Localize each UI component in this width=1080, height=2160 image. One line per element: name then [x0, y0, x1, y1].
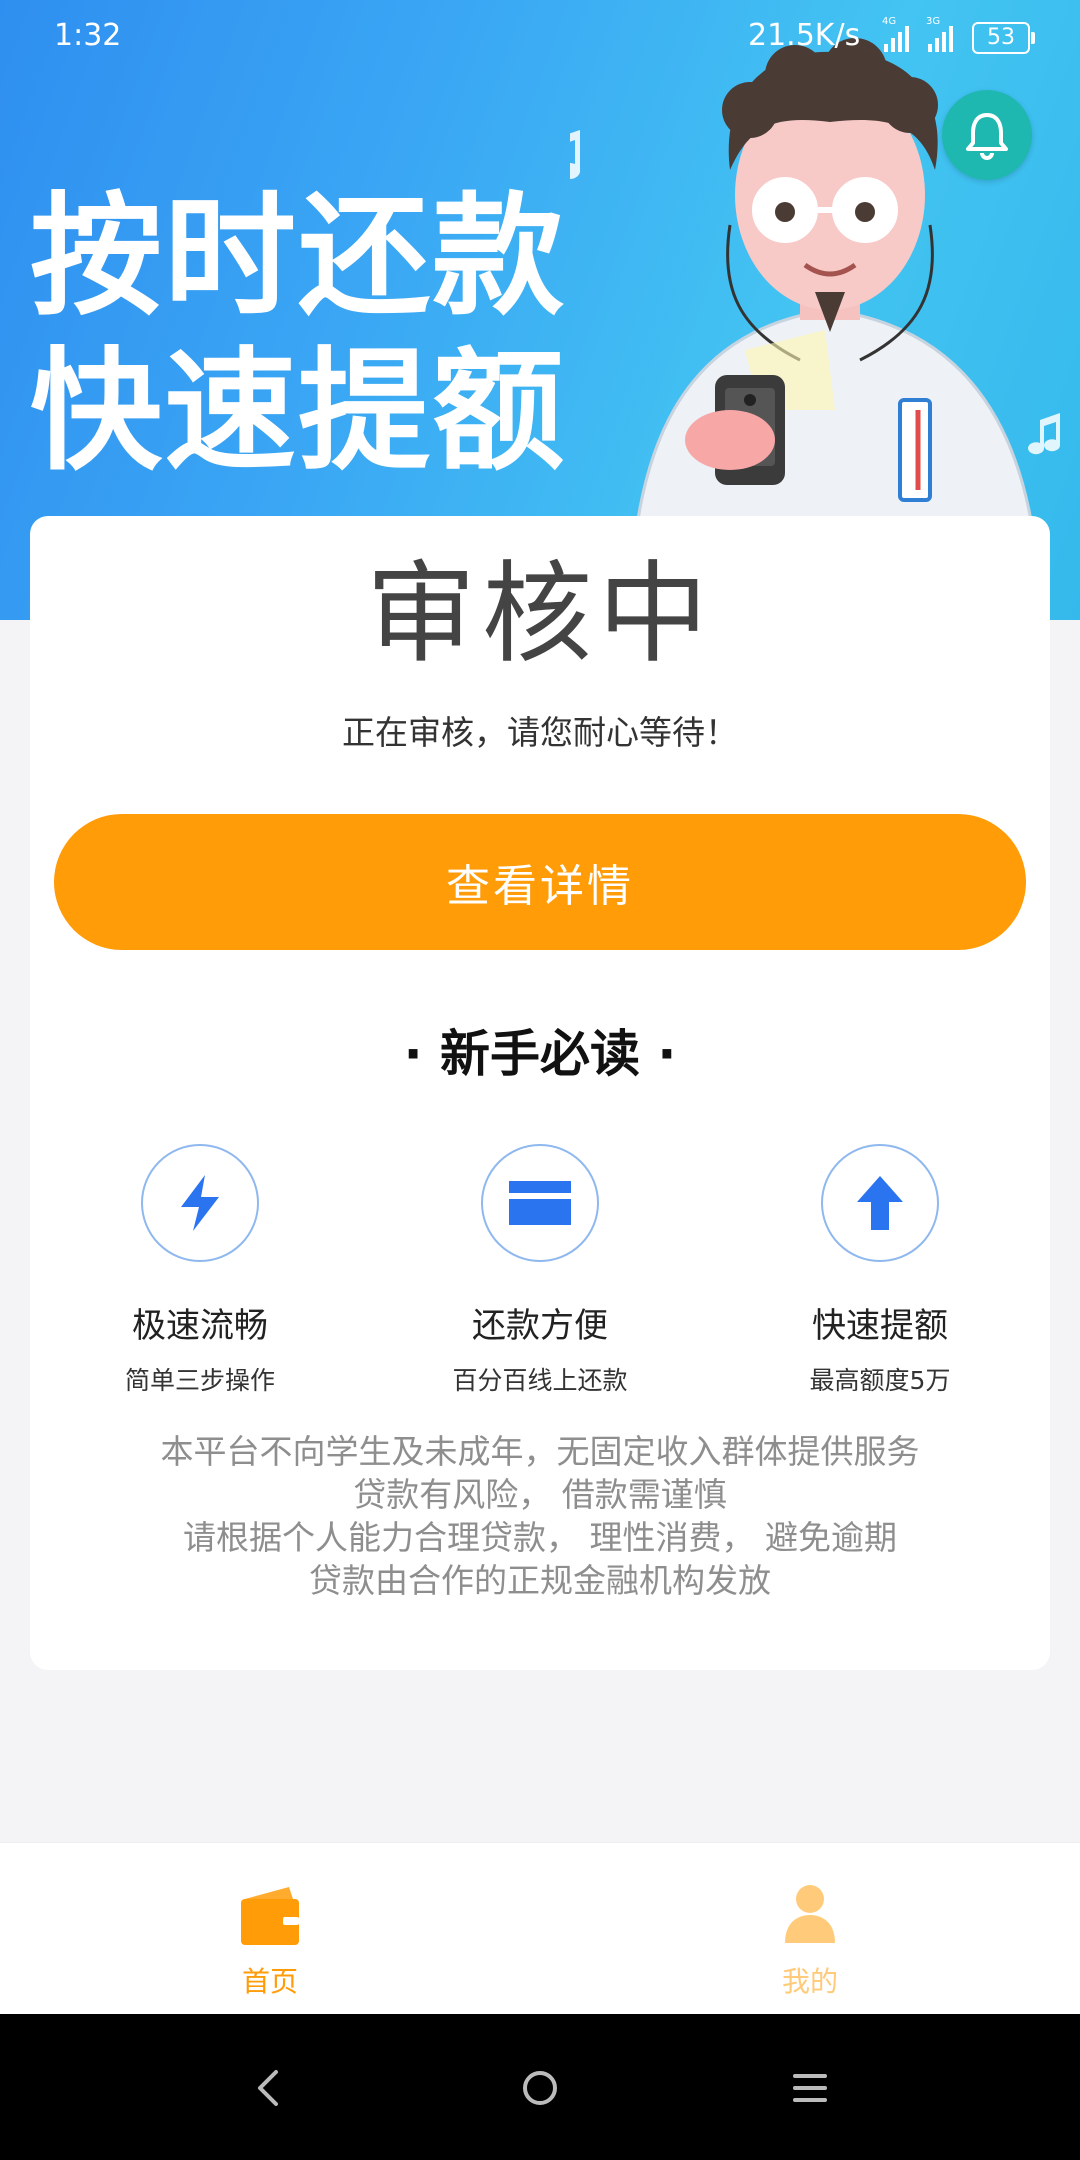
loan-status-card: 审核中 正在审核，请您耐心等待！ 查看详情 · 新手必读 · 极速流畅 简单三步… — [30, 516, 1050, 1670]
svg-text:4G: 4G — [882, 16, 896, 27]
review-status-message: 正在审核，请您耐心等待！ — [342, 713, 738, 752]
wallet-icon — [241, 1887, 299, 1945]
feature-title: 快速提额 — [812, 1306, 948, 1346]
system-navigation-bar — [0, 2014, 1080, 2160]
card-icon — [509, 1181, 571, 1225]
svg-text:3G: 3G — [926, 16, 940, 27]
banner-slogan: 按时还款 快速提额 — [30, 180, 566, 490]
bell-icon — [966, 113, 1008, 160]
notification-button[interactable] — [942, 90, 1032, 180]
signal-4g-icon: 4G — [882, 16, 909, 52]
notice-line: 本平台不向学生及未成年，无固定收入群体提供服务 — [160, 1432, 920, 1471]
feature-desc: 百分百线上还款 — [452, 1366, 628, 1395]
tab-home[interactable]: 首页 — [170, 1883, 370, 2000]
feature-desc: 简单三步操作 — [124, 1366, 275, 1395]
signal-3g-icon: 3G — [926, 16, 953, 52]
feature-limit: 快速提额 最高额度5万 — [715, 1144, 1045, 1397]
feature-icon-circle — [141, 1144, 259, 1262]
feature-repay: 还款方便 百分百线上还款 — [375, 1144, 705, 1397]
arrow-up-icon — [857, 1176, 903, 1230]
feature-desc: 最高额度5万 — [809, 1366, 951, 1395]
risk-notice: 本平台不向学生及未成年，无固定收入群体提供服务 贷款有风险， 借款需谨慎 请根据… — [30, 1430, 1050, 1602]
tab-mine[interactable]: 我的 — [710, 1883, 910, 2000]
menu-icon[interactable] — [780, 2058, 840, 2118]
lightning-icon — [181, 1175, 219, 1231]
home-circle-icon[interactable] — [510, 2058, 570, 2118]
notice-line: 贷款由合作的正规金融机构发放 — [309, 1561, 771, 1600]
banner-line-1: 按时还款 — [30, 180, 566, 334]
review-status-title: 审核中 — [366, 550, 714, 678]
person-icon — [785, 1885, 835, 1943]
guide-section-title: · 新手必读 · — [403, 1025, 677, 1083]
notice-line: 请根据个人能力合理贷款， 理性消费， 避免逾期 — [183, 1518, 897, 1557]
network-speed: 21.5K/s — [748, 18, 861, 53]
back-icon[interactable] — [240, 2058, 300, 2118]
notice-line: 贷款有风险， 借款需谨慎 — [353, 1475, 727, 1514]
tab-mine-label: 我的 — [781, 1965, 838, 1998]
tab-home-label: 首页 — [241, 1965, 298, 1998]
status-bar: 1:32 21.5K/s 4G 3G 53 — [0, 0, 1080, 72]
feature-title: 极速流畅 — [132, 1306, 268, 1346]
battery-indicator: 53 — [972, 22, 1035, 54]
banner-line-2: 快速提额 — [30, 335, 566, 489]
feature-icon-circle — [481, 1144, 599, 1262]
bottom-tab-bar: 首页 我的 — [0, 1842, 1080, 2015]
view-details-button[interactable]: 查看详情 — [54, 814, 1026, 950]
status-time: 1:32 — [54, 18, 122, 53]
feature-fast: 极速流畅 简单三步操作 — [35, 1144, 365, 1397]
feature-title: 还款方便 — [472, 1306, 608, 1346]
feature-icon-circle — [821, 1144, 939, 1262]
